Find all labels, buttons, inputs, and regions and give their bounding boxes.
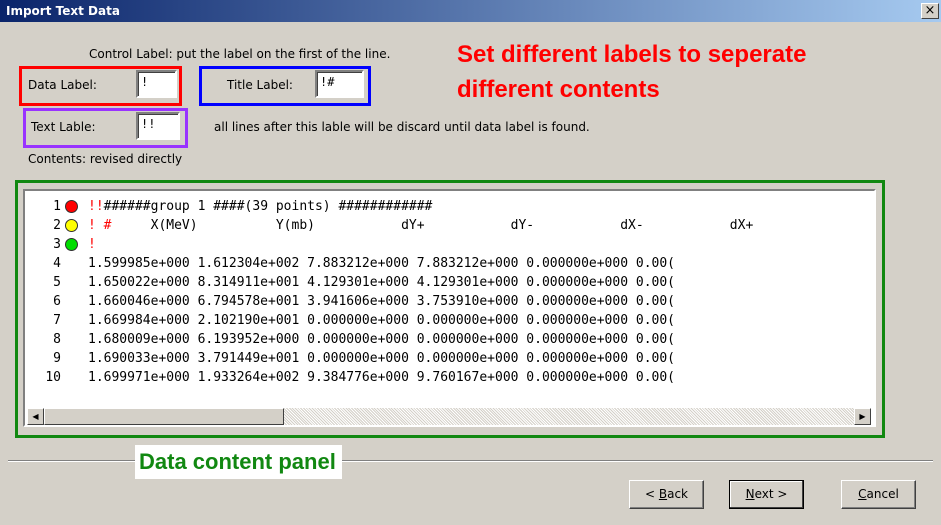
line-text: 1.690033e+000 3.791449e+001 0.000000e+00… xyxy=(88,351,675,366)
cancel-button-label: ancel xyxy=(866,487,899,501)
label-marker-red xyxy=(65,200,78,213)
line-text: 1.680009e+000 6.193952e+000 0.000000e+00… xyxy=(88,332,675,347)
content-line: 1.699971e+000 1.933264e+002 9.384776e+00… xyxy=(88,370,675,386)
line-text: 1.669984e+000 2.102190e+001 0.000000e+00… xyxy=(88,313,675,328)
next-button-label: ext > xyxy=(754,487,788,501)
title-bar: Import Text Data × xyxy=(0,0,941,22)
content-line: 1.680009e+000 6.193952e+000 0.000000e+00… xyxy=(88,332,675,348)
next-button[interactable]: Next > xyxy=(729,480,804,509)
label-marker-green xyxy=(65,238,78,251)
left-arrow-icon[interactable]: ◀ xyxy=(27,408,44,425)
line-number: 4 xyxy=(53,256,61,271)
label-prefix: ! xyxy=(88,237,96,252)
data-content-panel[interactable]: 1 2 3 4 5 6 7 8 9 10 !!######group 1 ####(39 poin… xyxy=(23,189,876,427)
line-text: ######group 1 ####(39 points) ##########… xyxy=(103,199,433,214)
line-number: 1 xyxy=(53,199,61,214)
line-number: 8 xyxy=(53,332,61,347)
control-label-description: Control Label: put the label on the firs… xyxy=(89,47,391,61)
line-number: 10 xyxy=(45,370,61,385)
title-label-caption: Title Label: xyxy=(227,78,293,92)
text-label-caption: Text Lable: xyxy=(31,120,96,134)
line-text: X(MeV) Y(mb) dY+ dY- dX- dX+ xyxy=(111,218,754,233)
label-marker-yellow xyxy=(65,219,78,232)
line-number: 9 xyxy=(53,351,61,366)
horizontal-scrollbar[interactable]: ◀ ▶ xyxy=(27,408,871,425)
discard-description: all lines after this lable will be disca… xyxy=(214,120,590,134)
contents-label: Contents: revised directly xyxy=(28,152,183,166)
content-line: 1.650022e+000 8.314911e+001 4.129301e+00… xyxy=(88,275,675,291)
content-line: 1.669984e+000 2.102190e+001 0.000000e+00… xyxy=(88,313,675,329)
content-line: 1.660046e+000 6.794578e+001 3.941606e+00… xyxy=(88,294,675,310)
label-prefix: !! xyxy=(88,199,104,214)
content-line: ! # X(MeV) Y(mb) dY+ dY- dX- dX+ xyxy=(88,218,753,234)
title-label-input[interactable]: !# xyxy=(315,70,364,98)
content-line: !!######group 1 ####(39 points) ########… xyxy=(88,199,432,215)
labels-annotation-line2: different contents xyxy=(457,76,660,103)
cancel-button[interactable]: Cancel xyxy=(841,480,916,509)
panel-annotation: Data content panel xyxy=(135,445,342,479)
line-number: 7 xyxy=(53,313,61,328)
window-title: Import Text Data xyxy=(6,4,120,18)
data-label-input[interactable]: ! xyxy=(136,70,177,98)
line-text: 1.699971e+000 1.933264e+002 9.384776e+00… xyxy=(88,370,675,385)
back-button-label: ack xyxy=(667,487,688,501)
close-icon[interactable]: × xyxy=(921,3,939,19)
text-label-input[interactable]: !! xyxy=(136,112,180,140)
line-number: 5 xyxy=(53,275,61,290)
content-line: ! xyxy=(88,237,96,253)
horizontal-scroll-thumb[interactable] xyxy=(44,408,284,425)
data-label-caption: Data Label: xyxy=(28,78,97,92)
label-prefix: ! # xyxy=(88,218,112,233)
back-button-prefix: < xyxy=(644,487,659,501)
back-button-mnemonic: B xyxy=(658,487,668,501)
labels-annotation-line1: Set different labels to seperate xyxy=(457,41,807,68)
content-line: 1.690033e+000 3.791449e+001 0.000000e+00… xyxy=(88,351,675,367)
line-number: 2 xyxy=(53,218,61,233)
line-text: 1.650022e+000 8.314911e+001 4.129301e+00… xyxy=(88,275,675,290)
next-button-mnemonic: N xyxy=(745,487,755,501)
line-number: 3 xyxy=(53,237,61,252)
back-button[interactable]: < Back xyxy=(629,480,704,509)
line-text: 1.599985e+000 1.612304e+002 7.883212e+00… xyxy=(88,256,675,271)
right-arrow-icon[interactable]: ▶ xyxy=(854,408,871,425)
cancel-button-mnemonic: C xyxy=(858,487,867,501)
line-number: 6 xyxy=(53,294,61,309)
content-line: 1.599985e+000 1.612304e+002 7.883212e+00… xyxy=(88,256,675,272)
line-text: 1.660046e+000 6.794578e+001 3.941606e+00… xyxy=(88,294,675,309)
